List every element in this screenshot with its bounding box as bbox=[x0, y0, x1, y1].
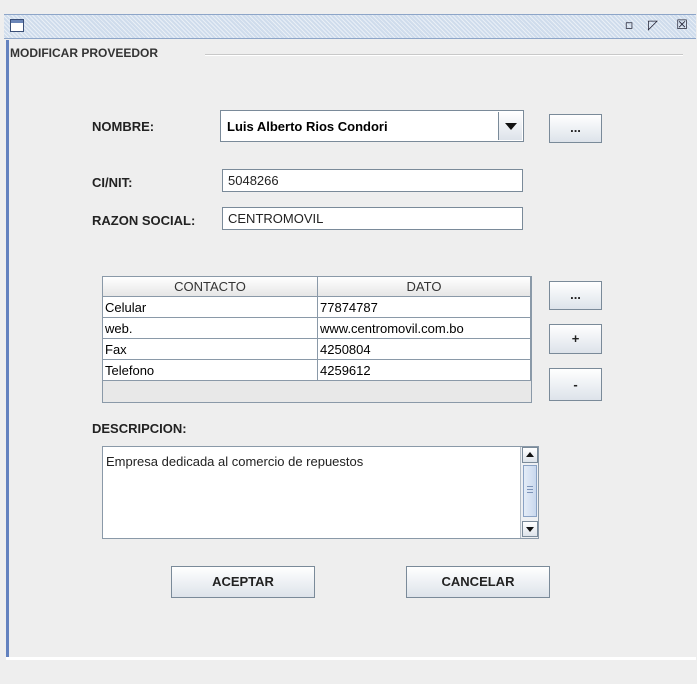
nombre-browse-button[interactable]: ... bbox=[549, 114, 602, 143]
form-title: MODIFICAR PROVEEDOR bbox=[10, 46, 163, 60]
frame-left-border bbox=[6, 40, 9, 658]
contacts-table[interactable]: CONTACTO DATO Celular 77874787 web. www.… bbox=[102, 276, 532, 403]
ci-nit-field[interactable]: 5048266 bbox=[222, 169, 523, 192]
table-row[interactable]: Telefono 4259612 bbox=[103, 359, 531, 381]
razon-social-field[interactable]: CENTROMOVIL bbox=[222, 207, 523, 230]
window-frame: ▫ ◸ ☒ MODIFICAR PROVEEDOR NOMBRE: Luis A… bbox=[0, 0, 697, 684]
contact-browse-button[interactable]: ... bbox=[549, 281, 602, 310]
maximize-icon[interactable]: ◸ bbox=[645, 18, 661, 34]
scroll-up-icon[interactable] bbox=[522, 447, 538, 463]
table-cell-contacto[interactable]: Celular bbox=[103, 296, 318, 318]
nombre-selected-value: Luis Alberto Rios Condori bbox=[227, 119, 388, 134]
scrollbar-thumb[interactable] bbox=[523, 465, 537, 517]
accept-button[interactable]: ACEPTAR bbox=[171, 566, 315, 598]
table-row[interactable]: Celular 77874787 bbox=[103, 296, 531, 318]
table-cell-dato[interactable]: 4250804 bbox=[317, 338, 531, 360]
table-cell-contacto[interactable]: Fax bbox=[103, 338, 318, 360]
descripcion-scrollbar[interactable] bbox=[520, 447, 538, 538]
close-icon[interactable]: ☒ bbox=[674, 18, 690, 34]
table-cell-dato[interactable]: www.centromovil.com.bo bbox=[317, 317, 531, 339]
window-menu-icon[interactable] bbox=[10, 19, 24, 32]
column-header-contacto[interactable]: CONTACTO bbox=[103, 277, 318, 297]
scroll-down-icon[interactable] bbox=[522, 521, 538, 537]
frame-bottom-border bbox=[6, 657, 696, 660]
descripcion-text: Empresa dedicada al comercio de repuesto… bbox=[106, 454, 364, 469]
descripcion-label: DESCRIPCION: bbox=[92, 421, 187, 436]
title-bar[interactable]: ▫ ◸ ☒ bbox=[4, 14, 696, 39]
nombre-combobox[interactable]: Luis Alberto Rios Condori bbox=[220, 110, 524, 142]
table-row[interactable]: Fax 4250804 bbox=[103, 338, 531, 360]
minimize-icon[interactable]: ▫ bbox=[621, 18, 637, 34]
table-cell-contacto[interactable]: web. bbox=[103, 317, 318, 339]
cancel-button[interactable]: CANCELAR bbox=[406, 566, 550, 598]
table-cell-dato[interactable]: 77874787 bbox=[317, 296, 531, 318]
table-cell-contacto[interactable]: Telefono bbox=[103, 359, 318, 381]
remove-contact-button[interactable]: - bbox=[549, 368, 602, 401]
razon-social-label: RAZON SOCIAL: bbox=[92, 213, 196, 228]
column-header-dato[interactable]: DATO bbox=[317, 277, 531, 297]
table-row[interactable]: web. www.centromovil.com.bo bbox=[103, 317, 531, 339]
group-border bbox=[205, 54, 683, 56]
descripcion-textarea[interactable]: Empresa dedicada al comercio de repuesto… bbox=[102, 446, 539, 539]
table-cell-dato[interactable]: 4259612 bbox=[317, 359, 531, 381]
add-contact-button[interactable]: + bbox=[549, 324, 602, 354]
ci-nit-label: CI/NIT: bbox=[92, 175, 133, 190]
chevron-down-icon[interactable] bbox=[498, 112, 522, 140]
nombre-label: NOMBRE: bbox=[92, 119, 155, 134]
